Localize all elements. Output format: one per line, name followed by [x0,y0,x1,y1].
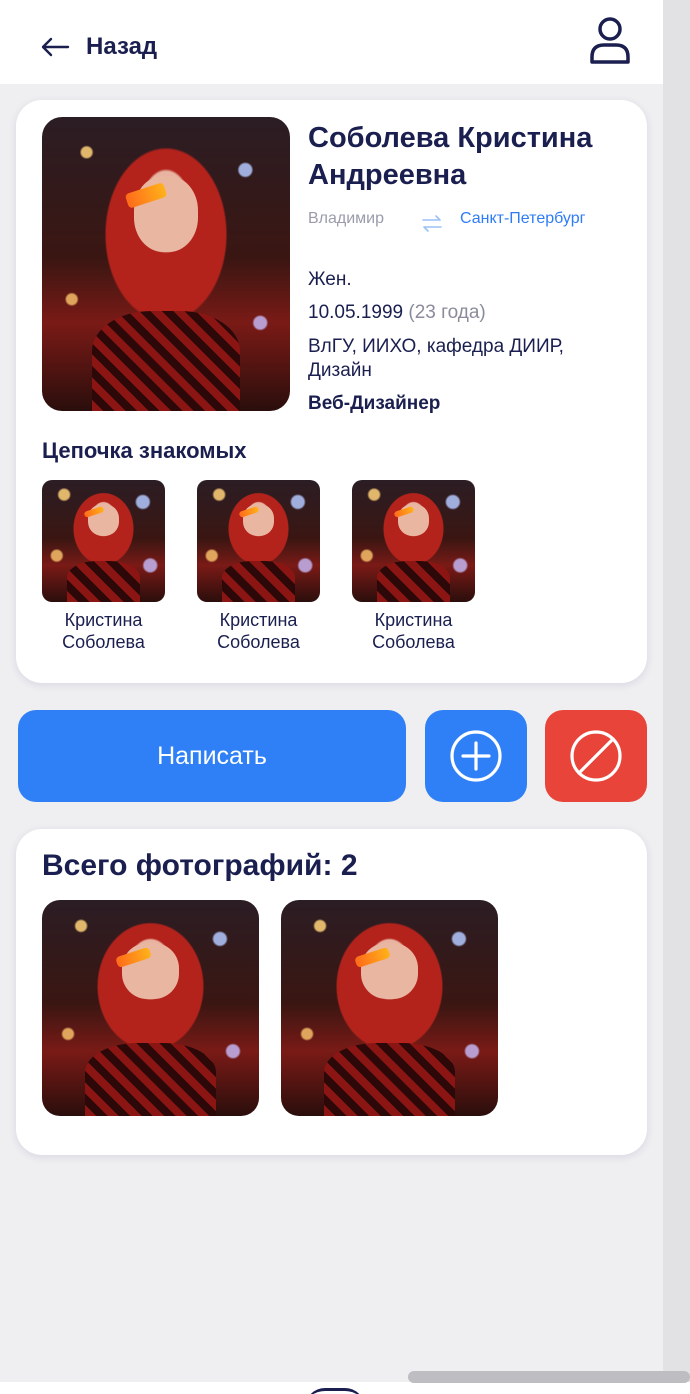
arrow-left-icon [41,37,70,57]
friend-card[interactable]: Кристина Соболева [197,480,320,653]
add-friend-button[interactable] [425,710,527,802]
friend-name: Кристина Соболева [62,610,145,652]
friend-name: Кристина Соболева [372,610,455,652]
block-user-button[interactable] [545,710,647,802]
back-button[interactable]: Назад [40,30,157,64]
city-to[interactable]: Санкт-Петербург [460,210,585,228]
education: ВлГУ, ИИХО, кафедра ДИИР, Дизайн [308,336,564,381]
swap-arrows-icon [422,215,442,232]
friend-photo [352,480,475,602]
horizontal-scrollbar[interactable] [408,1371,690,1383]
photos-title: Всего фотографий: 2 [42,849,358,882]
page: Назад Соболева Кристина Андреевна Владим… [0,0,663,1394]
profile-card: Соболева Кристина Андреевна Владимир Сан… [16,100,647,683]
write-message-button[interactable]: Написать [18,710,406,802]
chain-title: Цепочка знакомых [42,438,247,463]
profile-photo[interactable] [42,117,290,411]
photos-card: Всего фотографий: 2 [16,829,647,1155]
back-label: Назад [86,33,158,60]
vertical-scrollbar[interactable] [663,0,690,1394]
city-from: Владимир [308,210,385,227]
profession: Веб-Дизайнер [308,393,441,414]
friend-photo [197,480,320,602]
birth-date-row: 10.05.1999 (23 года) [308,301,486,325]
profile-name: Соболева Кристина Андреевна [308,122,593,191]
block-icon [570,730,622,782]
friend-card[interactable]: Кристина Соболева [42,480,165,653]
user-icon[interactable] [588,16,632,66]
friend-name: Кристина Соболева [217,610,300,652]
age: (23 года) [408,302,486,323]
birth-date: 10.05.1999 [308,302,404,323]
gallery-photo[interactable] [42,900,259,1116]
gallery-photo[interactable] [281,900,498,1116]
friend-card[interactable]: Кристина Соболева [352,480,475,653]
top-bar: Назад [0,0,663,84]
gender: Жен. [308,269,352,290]
friend-photo [42,480,165,602]
plus-circle-icon [450,730,502,782]
